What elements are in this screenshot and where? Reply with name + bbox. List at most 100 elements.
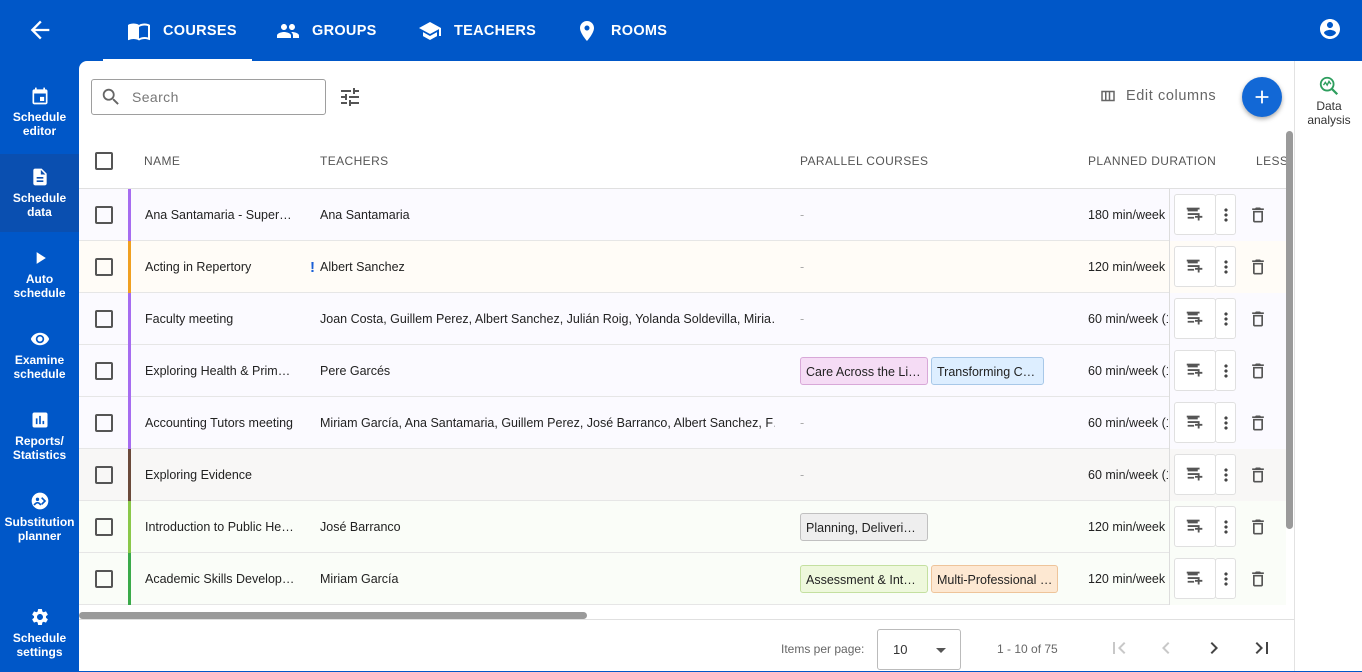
cell-name[interactable]: Faculty meeting: [145, 293, 295, 345]
more-options-button[interactable]: [1215, 558, 1236, 599]
first-page-icon[interactable]: [1107, 636, 1131, 660]
sidebar-item-reports-statistics[interactable]: Reports/ Statistics: [0, 397, 79, 475]
row-checkbox[interactable]: [95, 518, 113, 536]
more-options-button[interactable]: [1215, 402, 1236, 443]
cell-teachers[interactable]: José Barranco: [320, 501, 775, 553]
filter-icon[interactable]: [338, 85, 362, 114]
warning-icon[interactable]: !: [310, 241, 315, 293]
cell-name[interactable]: Introduction to Public He…: [145, 501, 295, 553]
add-lesson-button[interactable]: [1174, 194, 1216, 235]
row-checkbox[interactable]: [95, 570, 113, 588]
row-checkbox[interactable]: [95, 258, 113, 276]
column-header-teachers[interactable]: TEACHERS: [320, 133, 389, 189]
school-icon: [419, 21, 441, 40]
delete-button[interactable]: [1248, 205, 1268, 225]
sidebar-item-schedule-editor[interactable]: Schedule editor: [0, 73, 79, 151]
horizontal-scrollbar[interactable]: [79, 612, 587, 619]
sidebar-item-substitution-planner[interactable]: Substitution planner: [0, 478, 79, 556]
cell-name[interactable]: Exploring Health & Prim…: [145, 345, 295, 397]
row-checkbox[interactable]: [95, 414, 113, 432]
parallel-course-chip[interactable]: Multi-Professional …: [931, 565, 1059, 593]
more-options-button[interactable]: [1215, 454, 1236, 495]
add-lesson-button[interactable]: [1174, 454, 1216, 495]
cell-name[interactable]: Academic Skills Develop…: [145, 553, 295, 605]
add-lesson-button[interactable]: [1174, 246, 1216, 287]
table-row[interactable]: Accounting Tutors meeting Miriam García, …: [79, 397, 1286, 449]
add-lesson-button[interactable]: [1174, 506, 1216, 547]
delete-button[interactable]: [1248, 517, 1268, 537]
more-options-button[interactable]: [1215, 194, 1236, 235]
more-options-button[interactable]: [1215, 506, 1236, 547]
back-arrow-icon[interactable]: [26, 16, 54, 44]
cell-name[interactable]: Ana Santamaria - Super…: [145, 189, 295, 241]
sidebar-item-label: Schedule data: [12, 191, 67, 219]
previous-page-icon[interactable]: [1154, 636, 1178, 660]
table-row[interactable]: Ana Santamaria - Super… Ana Santamaria - 18…: [79, 189, 1286, 241]
add-lesson-button[interactable]: [1174, 558, 1216, 599]
trash-icon: [1248, 309, 1268, 329]
delete-button[interactable]: [1248, 309, 1268, 329]
vertical-scrollbar[interactable]: [1286, 131, 1293, 529]
tab-teachers[interactable]: TEACHERS: [418, 0, 536, 61]
sidebar-item-schedule-data[interactable]: Schedule data: [0, 154, 79, 232]
more-vert-icon: [1216, 465, 1236, 485]
add-lesson-button[interactable]: [1174, 402, 1216, 443]
last-page-icon[interactable]: [1250, 636, 1274, 660]
delete-button[interactable]: [1248, 257, 1268, 277]
tab-rooms[interactable]: ROOMS: [575, 0, 667, 61]
cell-teachers[interactable]: Joan Costa, Guillem Perez, Albert Sanche…: [320, 293, 775, 345]
row-actions: [1169, 501, 1286, 553]
parallel-course-chip[interactable]: Transforming Care: [931, 357, 1044, 385]
parallel-course-chip[interactable]: Assessment & Inter…: [800, 565, 928, 593]
parallel-course-chip[interactable]: Planning, Delivering…: [800, 513, 928, 541]
search-input[interactable]: [132, 89, 312, 105]
cell-teachers[interactable]: Ana Santamaria: [320, 189, 775, 241]
row-checkbox[interactable]: [95, 310, 113, 328]
column-header-lessons[interactable]: LESS: [1256, 133, 1288, 189]
next-page-icon[interactable]: [1202, 636, 1226, 660]
more-options-button[interactable]: [1215, 350, 1236, 391]
cell-teachers[interactable]: [320, 449, 775, 501]
sidebar-item-examine-schedule[interactable]: Examine schedule: [0, 316, 79, 394]
cell-teachers[interactable]: Miriam García, Ana Santamaria, Guillem P…: [320, 397, 775, 449]
cell-name[interactable]: Accounting Tutors meeting: [145, 397, 295, 449]
column-header-parallel-courses[interactable]: PARALLEL COURSES: [800, 133, 928, 189]
sidebar-item-schedule-settings[interactable]: Schedule settings: [0, 594, 79, 672]
items-per-page-select[interactable]: 10: [877, 629, 961, 670]
column-header-planned-duration[interactable]: PLANNED DURATION: [1088, 133, 1216, 189]
data-analysis-button[interactable]: Data analysis: [1295, 75, 1362, 127]
row-checkbox[interactable]: [95, 362, 113, 380]
delete-button[interactable]: [1248, 569, 1268, 589]
parallel-course-chip[interactable]: Care Across the Lif…: [800, 357, 928, 385]
delete-button[interactable]: [1248, 361, 1268, 381]
add-lesson-button[interactable]: [1174, 298, 1216, 339]
delete-button[interactable]: [1248, 413, 1268, 433]
table-row[interactable]: Exploring Evidence - 60 min/week (1: [79, 449, 1286, 501]
table-row[interactable]: Acting in Repertory! Albert Sanchez - 120 m…: [79, 241, 1286, 293]
select-all-checkbox[interactable]: [95, 152, 113, 170]
edit-columns-button[interactable]: Edit columns: [1099, 87, 1216, 105]
more-options-button[interactable]: [1215, 246, 1236, 287]
cell-teachers[interactable]: Pere Garcés: [320, 345, 775, 397]
cell-name[interactable]: Exploring Evidence: [145, 449, 295, 501]
add-course-button[interactable]: [1242, 77, 1282, 117]
table-row[interactable]: Exploring Health & Prim… Pere Garcés Care …: [79, 345, 1286, 397]
row-checkbox[interactable]: [95, 206, 113, 224]
tab-groups[interactable]: GROUPS: [276, 0, 377, 61]
delete-button[interactable]: [1248, 465, 1268, 485]
row-checkbox[interactable]: [95, 466, 113, 484]
row-color-bar: [128, 345, 131, 397]
cell-teachers[interactable]: Albert Sanchez: [320, 241, 775, 293]
sidebar-item-auto-schedule[interactable]: Auto schedule: [0, 235, 79, 313]
cell-name[interactable]: Acting in Repertory: [145, 241, 295, 293]
table-row[interactable]: Introduction to Public He… José Barranco P…: [79, 501, 1286, 553]
account-icon[interactable]: [1318, 17, 1342, 41]
more-options-button[interactable]: [1215, 298, 1236, 339]
add-lesson-button[interactable]: [1174, 350, 1216, 391]
tab-courses[interactable]: COURSES: [103, 0, 252, 61]
table-row[interactable]: Academic Skills Develop… Miriam García Ass…: [79, 553, 1286, 605]
column-header-name[interactable]: NAME: [144, 133, 180, 189]
table-row[interactable]: Faculty meeting Joan Costa, Guillem Perez…: [79, 293, 1286, 345]
cell-teachers[interactable]: Miriam García: [320, 553, 775, 605]
search-box[interactable]: [91, 79, 326, 115]
